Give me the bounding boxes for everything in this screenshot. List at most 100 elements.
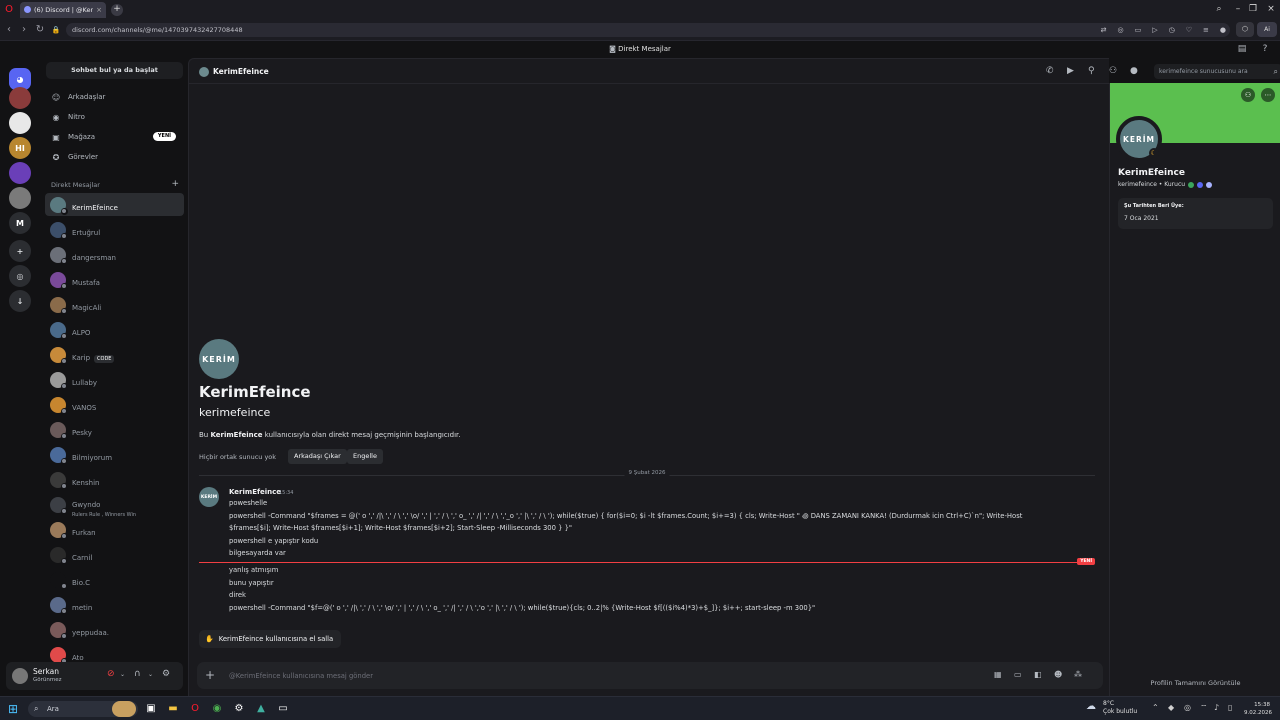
tray-app-icon[interactable]: ◎	[1184, 703, 1191, 712]
tray-chevron-icon[interactable]: ⌃	[1152, 703, 1159, 712]
dm-item[interactable]: Furkan	[45, 518, 184, 541]
server-icon[interactable]	[9, 87, 31, 109]
chrome-icon[interactable]: ◉	[209, 701, 225, 717]
play-icon[interactable]: ▷	[1152, 23, 1157, 37]
dm-item[interactable]: dangersman	[45, 243, 184, 266]
account-icon[interactable]: ●	[1220, 23, 1226, 37]
block-button[interactable]: Engelle	[347, 449, 383, 464]
heart-icon[interactable]: ♡	[1186, 23, 1192, 37]
sidebar-item-friends[interactable]: ☺ Arkadaşlar	[46, 88, 183, 106]
network-icon[interactable]: ⌔	[1200, 703, 1208, 713]
browser-tab[interactable]: (6) Discord | @KerimEfeince ×	[20, 1, 106, 18]
mic-options-chevron-icon[interactable]: ⌄	[120, 671, 125, 678]
server-icon[interactable]	[9, 112, 31, 134]
wave-button[interactable]: ✋ KerimEfeince kullanıcısına el salla	[199, 630, 342, 648]
add-friend-icon[interactable]: ⚇	[1241, 88, 1255, 102]
forward-icon[interactable]: ›	[18, 23, 30, 37]
close-tab-icon[interactable]: ×	[96, 6, 102, 14]
back-icon[interactable]: ‹	[3, 23, 15, 37]
battery-icon[interactable]: ▯	[1228, 703, 1232, 712]
new-tab-button[interactable]: +	[111, 3, 123, 16]
snapshot-icon[interactable]: ▭	[1135, 23, 1142, 37]
dm-item[interactable]: Gwyndo Rulers Rule , Winners Win	[45, 493, 184, 518]
dm-item[interactable]: Bilmiyorum	[45, 443, 184, 466]
dm-item[interactable]: Mustafa	[45, 268, 184, 291]
camera-icon[interactable]: ◎	[1118, 23, 1124, 37]
headphones-icon[interactable]: ∩	[134, 669, 141, 679]
badge-icon[interactable]	[1197, 181, 1204, 188]
profile-avatar[interactable]: KERİM ☾	[1116, 116, 1162, 162]
app-icon[interactable]: ⚙	[231, 701, 247, 717]
extensions-icon[interactable]: ⬡	[1236, 22, 1254, 37]
gift-icon[interactable]: ▦	[994, 670, 1002, 679]
translate-icon[interactable]: ⇄	[1101, 23, 1107, 37]
dm-item[interactable]: metin	[45, 593, 184, 616]
apps-icon[interactable]: ⁂	[1074, 670, 1082, 679]
menu-icon[interactable]: ≡	[1203, 23, 1209, 37]
emoji-icon[interactable]: ☻	[1054, 670, 1062, 679]
dm-item[interactable]: Ertuğrul	[45, 218, 184, 241]
gif-icon[interactable]: ▭	[1014, 670, 1022, 679]
terminal-icon[interactable]: ▭	[275, 701, 291, 717]
dm-item[interactable]: Lullaby	[45, 368, 184, 391]
ai-button[interactable]: Ai	[1257, 22, 1277, 37]
dm-item[interactable]: VANOS	[45, 393, 184, 416]
dm-item[interactable]: Kenshin	[45, 468, 184, 491]
dm-item[interactable]: Pesky	[45, 418, 184, 441]
badge-icon[interactable]	[1188, 181, 1195, 188]
more-options-icon[interactable]: ⋯	[1261, 88, 1275, 102]
minimize-icon[interactable]: –	[1231, 2, 1245, 16]
voice-call-icon[interactable]: ✆	[1046, 66, 1054, 76]
system-clock[interactable]: 15:38 9.02.2026	[1244, 701, 1272, 717]
dm-item[interactable]: MagicAli	[45, 293, 184, 316]
store-icon[interactable]: ▣	[143, 701, 159, 717]
header-avatar[interactable]	[199, 67, 209, 77]
sidebar-item-quests[interactable]: ✪ Görevler	[46, 148, 183, 166]
opera-taskbar-icon[interactable]: O	[187, 701, 203, 717]
remove-friend-button[interactable]: Arkadaşı Çıkar	[288, 449, 347, 464]
server-icon[interactable]	[9, 187, 31, 209]
badge-icon[interactable]	[1206, 181, 1213, 188]
search-highlight-icon[interactable]	[112, 701, 136, 717]
help-icon[interactable]: ?	[1259, 43, 1271, 55]
volume-icon[interactable]: ♪	[1214, 703, 1219, 712]
opera-logo-icon[interactable]: O	[0, 0, 18, 19]
sidebar-item-shop[interactable]: ▣ Mağaza YENİ	[46, 128, 183, 146]
dm-item[interactable]: Bio.C	[45, 568, 184, 591]
history-icon[interactable]: ◷	[1169, 23, 1175, 37]
maximize-icon[interactable]: ❐	[1246, 2, 1260, 16]
dm-item[interactable]: ALPO	[45, 318, 184, 341]
pin-icon[interactable]: ⚲	[1088, 66, 1095, 76]
dm-item[interactable]: KerimEfeince	[45, 193, 184, 216]
server-icon[interactable]: M	[9, 212, 31, 234]
find-conversation-button[interactable]: Sohbet bul ya da başlat	[46, 62, 183, 79]
settings-gear-icon[interactable]: ⚙	[162, 669, 170, 679]
window-close-icon[interactable]: ×	[1264, 2, 1278, 16]
inbox-icon[interactable]: ▤	[1236, 43, 1248, 55]
dm-search-input[interactable]: kerimefeince sunucusunu ara ⌕	[1154, 64, 1280, 79]
dm-item[interactable]: yeppudaa.	[45, 618, 184, 641]
message-author[interactable]: KerimEfeince	[229, 488, 281, 496]
weather-widget[interactable]: ☁ 8°C Çok bulutlu	[1086, 700, 1137, 716]
reload-icon[interactable]: ↻	[34, 23, 46, 37]
sidebar-item-nitro[interactable]: ◉ Nitro	[46, 108, 183, 126]
user-profile-icon[interactable]: ●	[1130, 66, 1138, 76]
dm-item[interactable]: Karip CODE	[45, 343, 184, 366]
attach-plus-icon[interactable]: +	[205, 668, 215, 682]
message-avatar[interactable]: KERİM	[199, 487, 219, 507]
create-dm-icon[interactable]: +	[171, 179, 179, 189]
url-field[interactable]: discord.com/channels/@me/147039743242770…	[66, 23, 1230, 37]
headphones-options-chevron-icon[interactable]: ⌄	[148, 671, 153, 678]
mic-muted-icon[interactable]: ⊘	[107, 669, 115, 679]
dm-item[interactable]: Carnil	[45, 543, 184, 566]
user-avatar[interactable]	[12, 668, 28, 684]
server-icon[interactable]	[9, 162, 31, 184]
file-explorer-icon[interactable]: ▬	[165, 701, 181, 717]
view-full-profile-link[interactable]: Profilin Tamamını Görüntüle	[1110, 679, 1280, 687]
server-icon[interactable]: HI	[9, 137, 31, 159]
app-icon[interactable]: ▲	[253, 701, 269, 717]
chat-title[interactable]: KerimEfeince	[213, 67, 269, 76]
tray-app-icon[interactable]: ◆	[1168, 703, 1174, 712]
video-call-icon[interactable]: ▶	[1067, 66, 1074, 76]
browser-search-icon[interactable]: ⌕	[1212, 2, 1226, 16]
